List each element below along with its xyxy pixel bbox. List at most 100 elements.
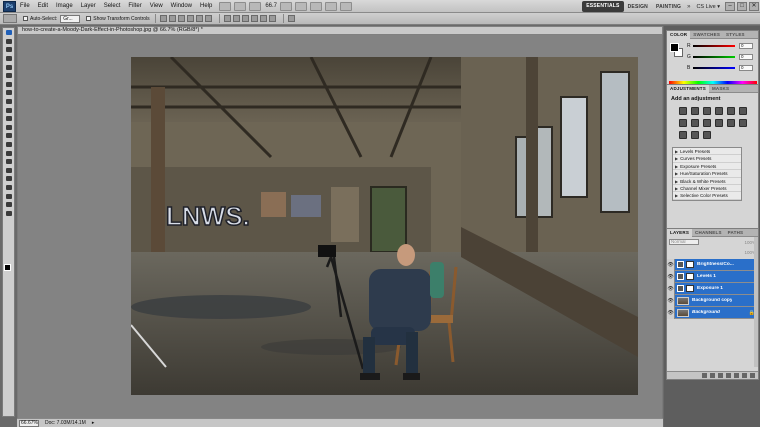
zoom-icon[interactable] bbox=[295, 1, 308, 11]
preset-item[interactable]: ▶ Channel Mixer Presets bbox=[673, 185, 741, 193]
gradient-map-icon[interactable] bbox=[691, 131, 699, 139]
tab-styles[interactable]: STYLES bbox=[723, 32, 748, 37]
tab-adjustments[interactable]: ADJUSTMENTS bbox=[667, 84, 709, 93]
invert-icon[interactable] bbox=[727, 119, 735, 127]
zoom-level[interactable]: 66.7 bbox=[265, 3, 277, 9]
mini-bridge-icon[interactable] bbox=[234, 1, 247, 11]
eye-icon[interactable]: 👁 bbox=[667, 306, 675, 319]
brush-tool-icon[interactable] bbox=[3, 89, 14, 97]
marquee-tool-icon[interactable] bbox=[3, 38, 14, 46]
layer-mask-thumbnail[interactable] bbox=[686, 273, 694, 280]
new-layer-icon[interactable] bbox=[742, 373, 747, 378]
workspace-essentials[interactable]: ESSENTIALS bbox=[582, 1, 624, 12]
distribute-center-icon[interactable] bbox=[259, 15, 267, 22]
align-right-icon[interactable] bbox=[204, 15, 212, 22]
bridge-icon[interactable] bbox=[219, 1, 232, 11]
rotate-view-icon[interactable] bbox=[310, 1, 323, 11]
tool-preset-picker[interactable] bbox=[3, 14, 17, 23]
layer-row[interactable]: 👁 Levels 1 bbox=[667, 270, 758, 283]
eye-icon[interactable]: 👁 bbox=[667, 282, 675, 295]
auto-align-layers-icon[interactable] bbox=[287, 15, 295, 22]
distribute-left-icon[interactable] bbox=[250, 15, 258, 22]
workspace-design[interactable]: DESIGN bbox=[624, 4, 652, 10]
preset-item[interactable]: ▶ Exposure Presets bbox=[673, 163, 741, 171]
3d-camera-tool-icon[interactable] bbox=[3, 192, 14, 200]
blue-value[interactable]: 0 bbox=[739, 65, 753, 71]
zoom-field[interactable]: 66.67% bbox=[19, 419, 39, 427]
align-center-icon[interactable] bbox=[195, 15, 203, 22]
layer-style-icon[interactable] bbox=[710, 373, 715, 378]
align-top-icon[interactable] bbox=[159, 15, 167, 22]
green-value[interactable]: 0 bbox=[739, 54, 753, 60]
blur-tool-icon[interactable] bbox=[3, 132, 14, 140]
posterize-icon[interactable] bbox=[739, 119, 747, 127]
tab-swatches[interactable]: SWATCHES bbox=[690, 32, 723, 37]
close-button[interactable]: ✕ bbox=[749, 2, 759, 11]
guides-icon[interactable] bbox=[249, 1, 262, 11]
auto-select-checkbox[interactable] bbox=[23, 16, 28, 21]
lasso-tool-icon[interactable] bbox=[3, 46, 14, 54]
preset-item[interactable]: ▶ Hue/Saturation Presets bbox=[673, 170, 741, 178]
layer-row[interactable]: 👁 Exposure 1 bbox=[667, 282, 758, 295]
path-selection-tool-icon[interactable] bbox=[3, 167, 14, 175]
layer-row[interactable]: 👁 Background 🔒 bbox=[667, 306, 758, 319]
align-middle-icon[interactable] bbox=[168, 15, 176, 22]
layer-name[interactable]: Levels 1 bbox=[697, 274, 737, 279]
hand-icon[interactable] bbox=[280, 1, 293, 11]
menu-help[interactable]: Help bbox=[196, 3, 216, 9]
move-tool-icon[interactable] bbox=[3, 29, 14, 37]
align-bottom-icon[interactable] bbox=[177, 15, 185, 22]
dodge-tool-icon[interactable] bbox=[3, 141, 14, 149]
menu-file[interactable]: File bbox=[16, 3, 34, 9]
show-transform-checkbox[interactable] bbox=[86, 16, 92, 21]
delete-layer-icon[interactable] bbox=[750, 373, 755, 378]
color-balance-icon[interactable] bbox=[679, 119, 687, 127]
align-left-icon[interactable] bbox=[186, 15, 194, 22]
blue-ramp[interactable] bbox=[693, 67, 735, 69]
workspace-painting[interactable]: PAINTING bbox=[652, 4, 685, 10]
eye-icon[interactable]: 👁 bbox=[667, 270, 675, 283]
brightness-contrast-icon[interactable] bbox=[679, 107, 687, 115]
distribute-bottom-icon[interactable] bbox=[241, 15, 249, 22]
green-ramp[interactable] bbox=[693, 56, 735, 58]
menu-edit[interactable]: Edit bbox=[34, 3, 52, 9]
green-slider[interactable]: G 0 bbox=[687, 54, 757, 60]
status-menu-icon[interactable]: ▸ bbox=[92, 420, 95, 426]
document-tab[interactable]: how-to-create-a-Moody-Dark-Effect-in-Pho… bbox=[17, 26, 663, 35]
layer-name[interactable]: Background bbox=[692, 310, 732, 315]
minimize-button[interactable]: – bbox=[725, 2, 735, 11]
history-brush-tool-icon[interactable] bbox=[3, 106, 14, 114]
layer-mask-thumbnail[interactable] bbox=[686, 261, 694, 268]
tab-channels[interactable]: CHANNELS bbox=[692, 230, 725, 235]
exposure-icon[interactable] bbox=[715, 107, 723, 115]
hand-tool-icon[interactable] bbox=[3, 201, 14, 209]
menu-image[interactable]: Image bbox=[52, 3, 77, 9]
document-image[interactable]: LNWS. bbox=[131, 57, 638, 395]
clone-stamp-tool-icon[interactable] bbox=[3, 98, 14, 106]
selective-color-icon[interactable] bbox=[703, 131, 711, 139]
layer-name[interactable]: Background copy bbox=[692, 298, 732, 303]
menu-window[interactable]: Window bbox=[167, 3, 196, 9]
canvas-area[interactable]: LNWS. bbox=[17, 35, 663, 418]
eraser-tool-icon[interactable] bbox=[3, 115, 14, 123]
tab-paths[interactable]: PATHS bbox=[725, 230, 747, 235]
distribute-top-icon[interactable] bbox=[223, 15, 231, 22]
menu-layer[interactable]: Layer bbox=[77, 3, 100, 9]
photo-filter-icon[interactable] bbox=[703, 119, 711, 127]
red-ramp[interactable] bbox=[693, 45, 735, 47]
black-white-icon[interactable] bbox=[691, 119, 699, 127]
more-workspaces-icon[interactable]: » bbox=[685, 4, 692, 10]
preset-item[interactable]: ▶ Curves Presets bbox=[673, 155, 741, 163]
tab-color[interactable]: COLOR bbox=[667, 30, 691, 39]
threshold-icon[interactable] bbox=[679, 131, 687, 139]
crop-tool-icon[interactable] bbox=[3, 63, 14, 71]
tab-masks[interactable]: MASKS bbox=[709, 86, 732, 91]
layer-row[interactable]: 👁 Brightness/Co... bbox=[667, 258, 758, 271]
new-group-icon[interactable] bbox=[734, 373, 739, 378]
blend-mode-dropdown[interactable]: Normal bbox=[669, 239, 699, 245]
maximize-button[interactable]: □ bbox=[737, 2, 747, 11]
layers-scrollbar[interactable] bbox=[754, 237, 758, 367]
menu-filter[interactable]: Filter bbox=[124, 3, 145, 9]
distribute-right-icon[interactable] bbox=[268, 15, 276, 22]
layer-row[interactable]: 👁 Background copy bbox=[667, 294, 758, 307]
